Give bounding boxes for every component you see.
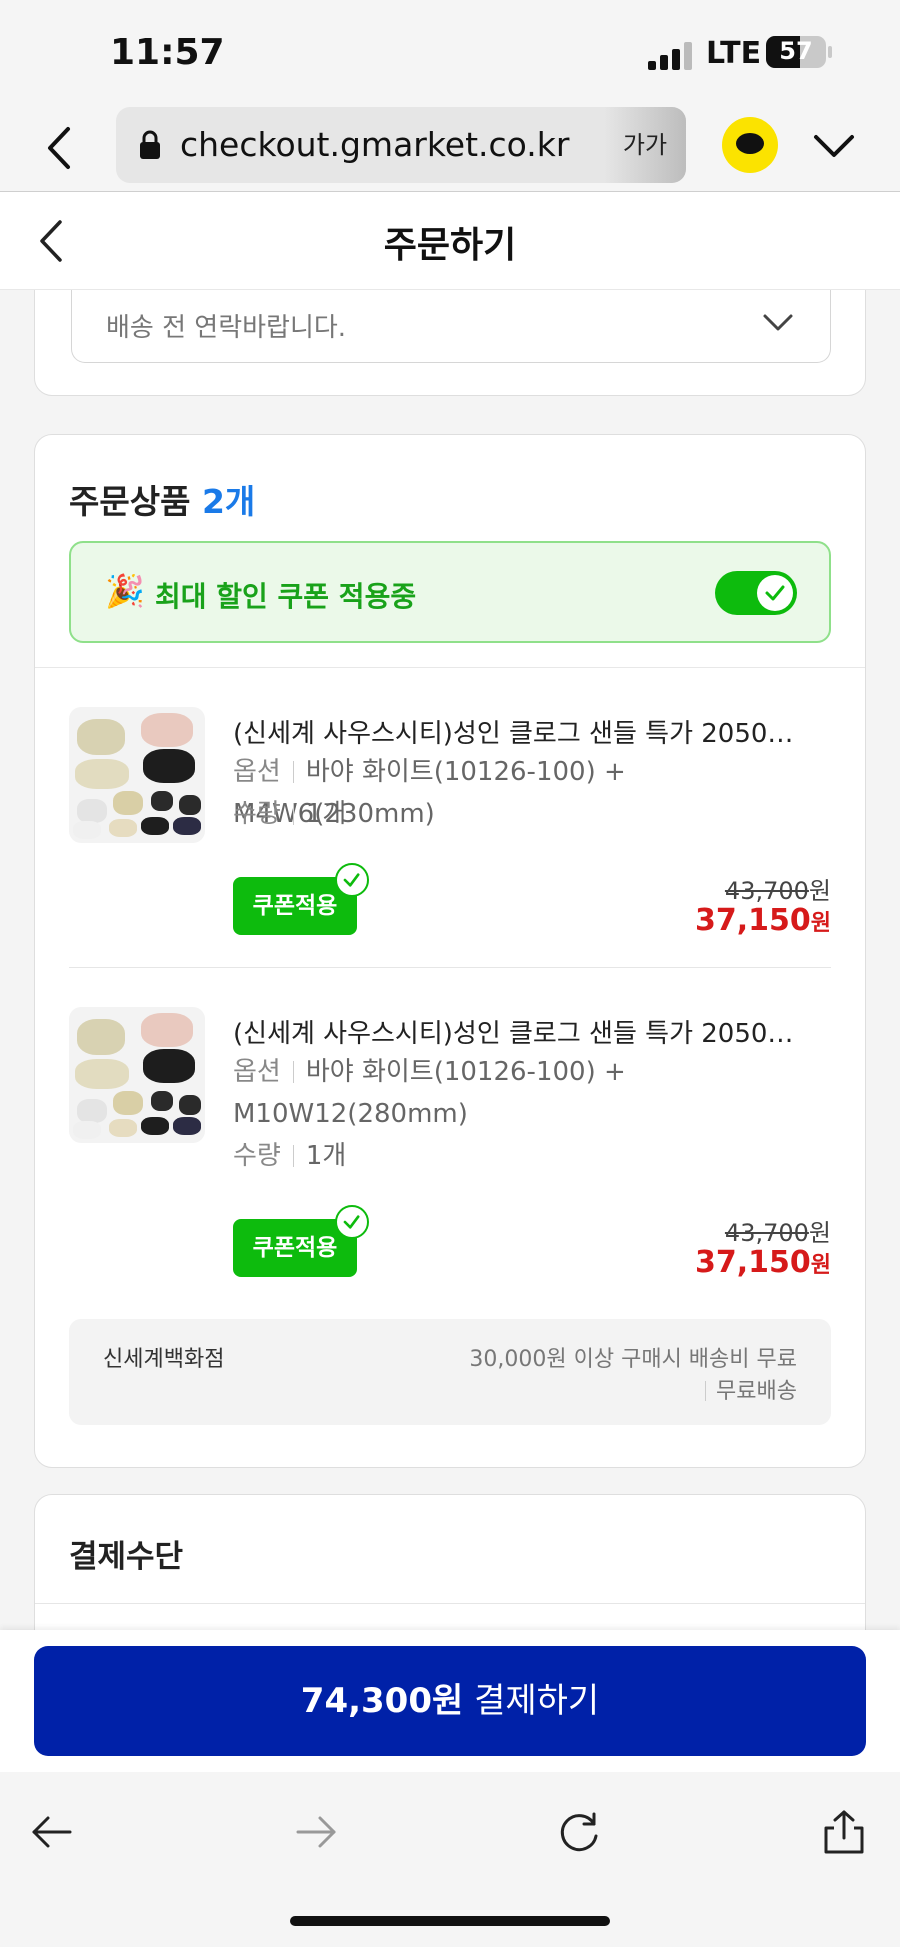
divider — [35, 1603, 865, 1604]
shipping-policy: 30,000원 이상 구매시 배송비 무료 — [469, 1347, 797, 1372]
coupon-applied-button[interactable]: 쿠폰적용 — [233, 1205, 369, 1277]
pay-label: 결제하기 — [463, 1681, 600, 1721]
payment-method-card: 결제수단 — [34, 1494, 866, 1630]
pay-bar: 74,300원 결제하기 — [0, 1630, 900, 1772]
quantity-label: 수량 — [233, 1141, 281, 1171]
product-quantity: 수량 1개 — [233, 793, 831, 835]
sale-price-unit: 원 — [810, 1253, 831, 1278]
page-header: 주문하기 — [0, 192, 900, 290]
browser-toolbar: checkout.gmarket.co.kr 가가 — [0, 105, 900, 192]
chevron-down-icon[interactable] — [810, 127, 858, 167]
original-price-unit: 원 — [808, 877, 831, 905]
delivery-card: 배송 전 연락바랍니다. — [34, 290, 866, 396]
sale-price: 37,150원 — [695, 903, 831, 938]
product-image[interactable] — [69, 1007, 205, 1143]
browser-back-icon[interactable] — [40, 123, 80, 173]
coupon-applied-label: 쿠폰적용 — [252, 1235, 338, 1261]
battery-icon: 57 — [766, 36, 826, 68]
sale-price-value: 37,150 — [694, 903, 811, 938]
party-popper-icon: 🎉 — [105, 572, 145, 610]
option-label: 옵션 — [233, 757, 281, 787]
share-icon[interactable] — [820, 1808, 868, 1856]
product-name[interactable]: (신세계 사우스시티)성인 클로그 샌들 특가 2050… — [233, 1013, 831, 1050]
product-image[interactable] — [69, 707, 205, 843]
check-icon — [765, 585, 785, 601]
original-price-value: 43,700 — [724, 1219, 809, 1247]
status-time: 11:57 — [110, 32, 225, 73]
browser-nav — [0, 1772, 900, 1947]
quantity-label: 수량 — [233, 799, 281, 829]
sale-price: 37,150원 — [695, 1245, 831, 1280]
coupon-toggle[interactable] — [715, 571, 797, 615]
pay-button[interactable]: 74,300원 결제하기 — [34, 1646, 866, 1756]
arrow-right-icon[interactable] — [292, 1808, 340, 1856]
store-name: 신세계백화점 — [103, 1347, 225, 1372]
battery-nub — [828, 46, 832, 58]
lock-icon — [140, 130, 160, 159]
coupon-applied-button[interactable]: 쿠폰적용 — [233, 863, 369, 935]
shipping-fee: 무료배송 — [705, 1373, 797, 1405]
shipping-fee-value: 무료배송 — [716, 1379, 797, 1404]
quantity-value: 1개 — [305, 799, 347, 829]
coupon-banner: 🎉 최대 할인 쿠폰 적용중 — [69, 541, 831, 643]
address-bar[interactable]: checkout.gmarket.co.kr 가가 — [116, 107, 686, 183]
delivery-request-value: 배송 전 연락바랍니다. — [106, 313, 347, 343]
product-quantity: 수량 1개 — [233, 1135, 831, 1177]
shipping-info: 신세계백화점 30,000원 이상 구매시 배송비 무료 무료배송 — [69, 1319, 831, 1425]
payment-method-title: 결제수단 — [69, 1539, 184, 1575]
quantity-value: 1개 — [305, 1141, 347, 1171]
check-icon — [335, 863, 369, 897]
kakaotalk-icon[interactable] — [722, 117, 778, 173]
coupon-applied-label: 쿠폰적용 — [252, 893, 338, 919]
delivery-request-select[interactable]: 배송 전 연락바랍니다. — [71, 290, 831, 363]
status-bar: 11:57 LTE 57 — [0, 0, 900, 105]
original-price: 43,700원 — [725, 1213, 831, 1248]
page-title: 주문하기 — [383, 225, 517, 266]
coupon-banner-label: 최대 할인 쿠폰 적용중 — [155, 580, 417, 613]
order-products-label: 주문상품 — [69, 482, 191, 521]
chevron-down-icon — [763, 314, 793, 331]
order-item: (신세계 사우스시티)성인 클로그 샌들 특가 2050… 옵션 바야 화이트(1… — [69, 1007, 831, 1287]
order-products-title: 주문상품 2개 — [69, 475, 255, 523]
option-label: 옵션 — [233, 1057, 281, 1087]
check-icon — [335, 1205, 369, 1239]
divider — [69, 967, 831, 968]
product-option: 옵션 바야 화이트(10126-100) + M10W12(280mm) — [233, 1051, 831, 1135]
order-products-count: 2개 — [201, 482, 256, 521]
sale-price-unit: 원 — [810, 911, 831, 936]
product-name[interactable]: (신세계 사우스시티)성인 클로그 샌들 특가 2050… — [233, 713, 831, 750]
original-price-unit: 원 — [808, 1219, 831, 1247]
pay-amount: 74,300원 — [300, 1681, 464, 1721]
original-price-value: 43,700 — [724, 877, 809, 905]
signal-icon — [648, 42, 694, 70]
original-price: 43,700원 — [725, 871, 831, 906]
network-type: LTE — [706, 36, 762, 71]
sale-price-value: 37,150 — [694, 1245, 811, 1280]
arrow-left-icon[interactable] — [28, 1808, 76, 1856]
home-indicator — [290, 1916, 610, 1926]
checkout-content[interactable]: 배송 전 연락바랍니다. 주문상품 2개 🎉 최대 할인 쿠폰 적용중 (신세계… — [0, 290, 900, 1630]
order-products-card: 주문상품 2개 🎉 최대 할인 쿠폰 적용중 (신세계 사우스시티)성인 클로그… — [34, 434, 866, 1468]
order-item: (신세계 사우스시티)성인 클로그 샌들 특가 2050… 옵션 바야 화이트(1… — [69, 707, 831, 938]
toggle-knob — [757, 575, 793, 611]
text-size-button[interactable]: 가가 — [604, 107, 686, 183]
reload-icon[interactable] — [556, 1808, 604, 1856]
url-text: checkout.gmarket.co.kr — [180, 125, 570, 164]
divider — [35, 667, 865, 668]
battery-level: 57 — [779, 37, 813, 65]
